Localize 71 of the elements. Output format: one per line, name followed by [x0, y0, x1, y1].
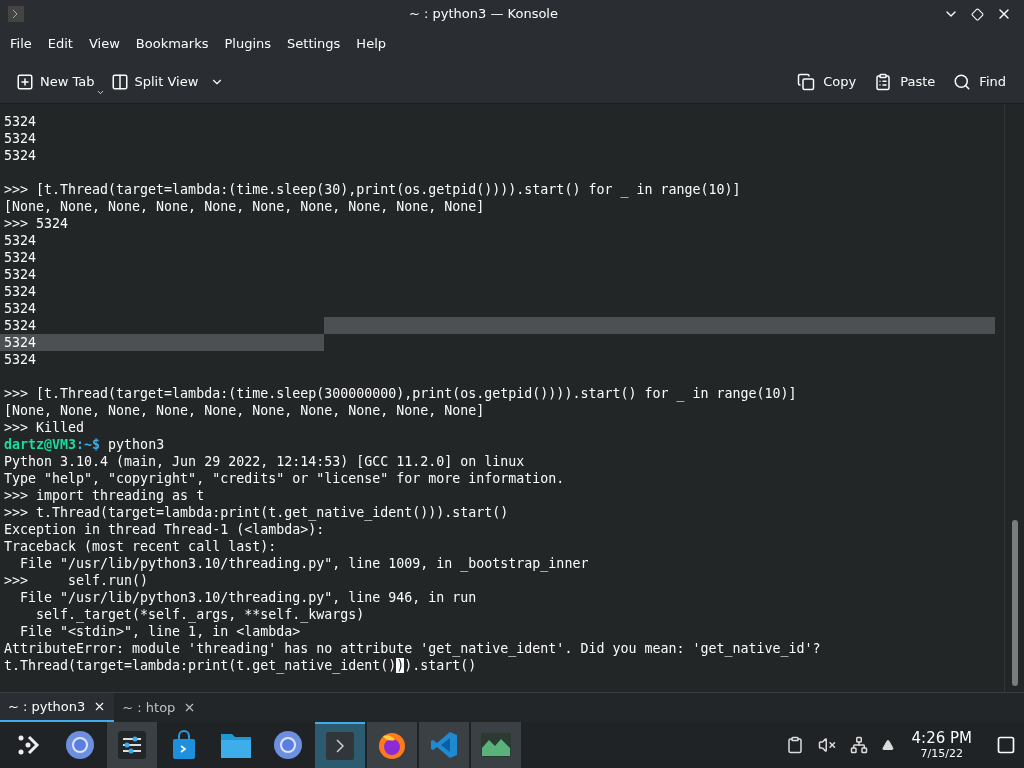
- firefox-icon: [377, 730, 407, 760]
- menu-item[interactable]: File: [2, 34, 40, 54]
- terminal-line: >>> [t.Thread(target=lambda:(time.sleep(300000000),print(os.getpid()))).start() for _ in range(10)]: [4, 386, 797, 401]
- maximize-icon[interactable]: [971, 7, 984, 21]
- show-desktop-icon[interactable]: [996, 735, 1016, 755]
- up-arrow-icon[interactable]: [881, 739, 894, 751]
- terminal-line: Traceback (most recent call last):: [4, 539, 277, 554]
- browser-icon: [65, 730, 95, 760]
- menu-item[interactable]: Bookmarks: [127, 34, 217, 54]
- terminal-area[interactable]: [0, 104, 1024, 692]
- terminal-line: AttributeError: module 'threading' has no attribute 'get_native_ident'. Did you mean: 'get_native_id'?: [4, 641, 821, 656]
- sliders-icon: [117, 730, 147, 760]
- shopping-bag-icon: [171, 730, 197, 760]
- terminal-line: self._target(*self._args, **self._kwargs): [35, 607, 365, 622]
- terminal-line: 5324: [4, 250, 37, 265]
- browser-icon: [273, 730, 303, 760]
- toolbar-button[interactable]: Copy: [791, 71, 863, 92]
- terminal-line: 5324: [4, 131, 37, 146]
- folder-icon: [220, 731, 252, 759]
- terminal-line: Python 3.10.4 (main, Jun 29 2022, 12:14:53) [GCC 11.2.0] on linux: [4, 454, 525, 469]
- window-title: ~ : python3 — Konsole: [408, 5, 559, 24]
- system-monitor-icon: [480, 732, 512, 758]
- terminal-line: >>> [t.Thread(target=lambda:(time.sleep(30),print(os.getpid()))).start() for _ in range(10)]: [4, 182, 741, 197]
- columns-icon: [110, 72, 129, 91]
- toolbar-button[interactable]: Find: [947, 71, 1012, 92]
- terminal-line: 5324: [4, 301, 37, 316]
- terminal-line: >>> t.Thread(target=lambda:print(t.get_native_ident())).start(): [4, 505, 509, 520]
- new-tab-icon: [16, 72, 34, 91]
- menu-item[interactable]: View: [80, 34, 128, 54]
- muted-speaker-icon[interactable]: [817, 736, 836, 754]
- terminal-line: [None, None, None, None, None, None, None, None, None, None]: [4, 403, 485, 418]
- menu-item[interactable]: Edit: [39, 34, 81, 54]
- terminal-tab[interactable]: ~ : htop: [114, 693, 205, 722]
- terminal-tab[interactable]: ~ : python3: [0, 693, 115, 722]
- terminal-line: dartz@VM3:~$ python3: [4, 437, 165, 452]
- terminal-line: File "/usr/lib/python3.10/threading.py", line 1009, in _bootstrap_inner: [19, 556, 589, 571]
- code-editor-icon: [429, 730, 459, 760]
- clipboard-icon: [874, 72, 893, 91]
- clock-date[interactable]: 7/15/22: [920, 748, 963, 759]
- menu-item[interactable]: Plugins: [216, 34, 280, 54]
- terminal-line: >>> self.run(): [4, 573, 149, 588]
- terminal-line: 5324: [4, 114, 37, 129]
- terminal-line: t.Thread(target=lambda:print(t.get_native_ident())).start(): [4, 658, 477, 673]
- terminal-icon: [8, 6, 24, 22]
- taskbar-item[interactable]: [107, 722, 157, 768]
- copy-icon: [797, 72, 816, 91]
- toolbar-button[interactable]: New Tab: [12, 65, 105, 98]
- terminal-line: >>> import threading as t: [4, 488, 205, 503]
- menu-item[interactable]: Settings: [279, 34, 349, 54]
- terminal-line: File "<stdin>", line 1, in <lambda>: [19, 624, 301, 639]
- terminal-line: File "/usr/lib/python3.10/threading.py", line 946, in run: [19, 590, 477, 605]
- search-icon: [953, 72, 972, 91]
- terminal-line: >>> Killed: [4, 420, 85, 435]
- terminal-line: 5324: [4, 267, 37, 282]
- terminal-icon: [325, 731, 355, 761]
- toolbar-button[interactable]: Paste: [868, 71, 942, 92]
- terminal-line: 5324: [4, 352, 37, 367]
- terminal-line: 5324: [4, 233, 37, 248]
- terminal-line: Exception in thread Thread-1 (<lambda>):: [4, 522, 325, 537]
- toolbar-button[interactable]: Split View: [106, 65, 235, 98]
- terminal-line: >>> 5324: [4, 216, 69, 231]
- terminal-line: 5324: [4, 284, 37, 299]
- clock-time[interactable]: 4:26 PM: [911, 731, 972, 746]
- terminal-line: [None, None, None, None, None, None, None, None, None, None]: [4, 199, 485, 214]
- network-icon[interactable]: [849, 736, 868, 754]
- clipboard-icon[interactable]: [785, 736, 804, 754]
- terminal-line: 5324: [4, 148, 37, 163]
- terminal-line: 5324: [4, 335, 37, 350]
- menu-item[interactable]: Help: [348, 34, 394, 54]
- terminal-line: Type "help", "copyright", "credits" or "license" for more information.: [4, 471, 565, 486]
- terminal-line: 5324: [4, 317, 37, 334]
